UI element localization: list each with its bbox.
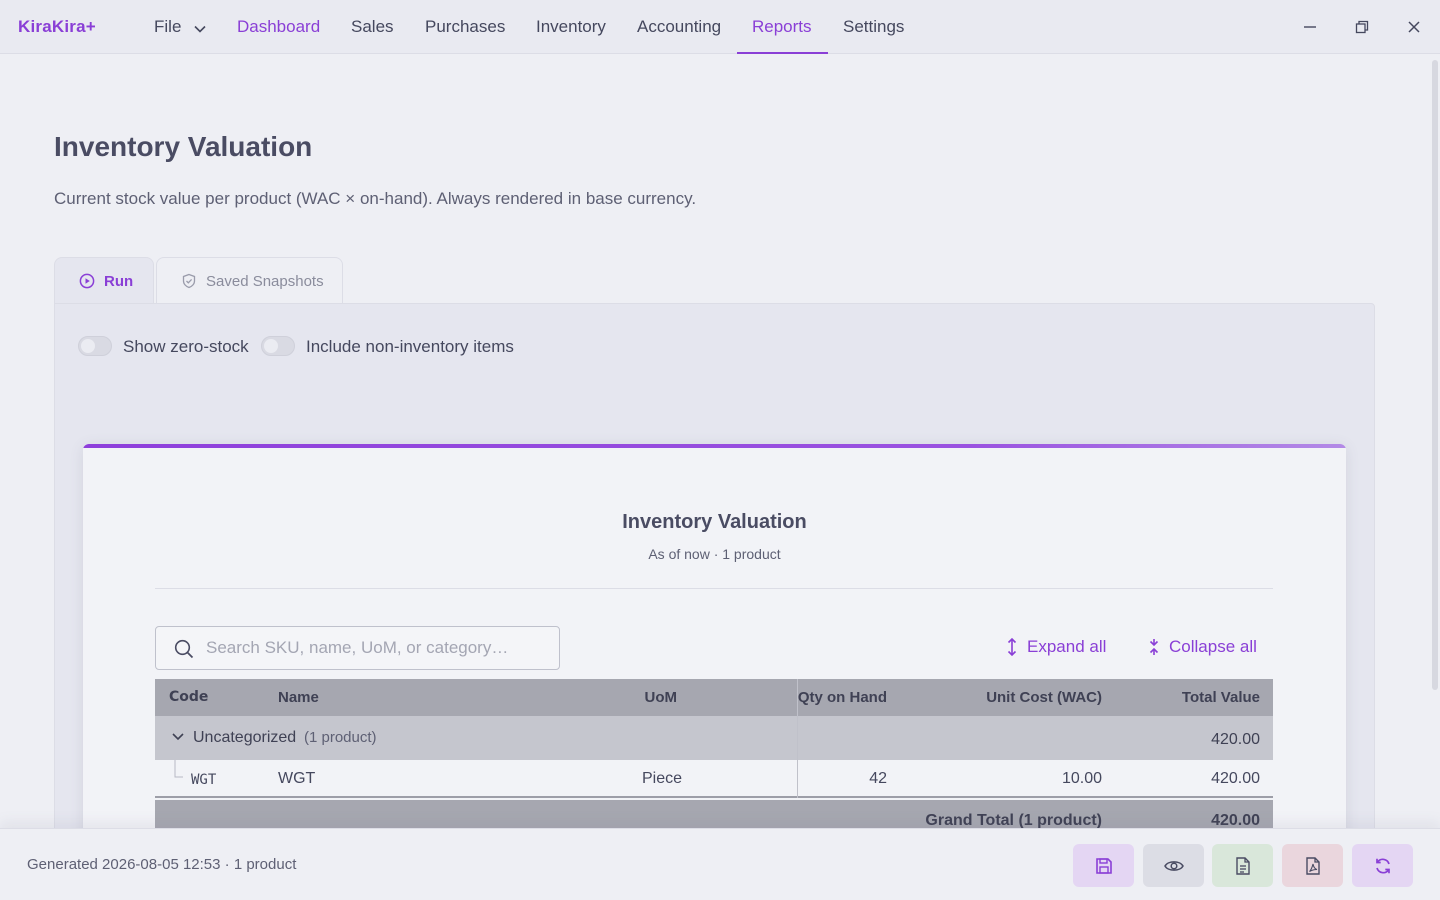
menu-file[interactable]: File [154, 0, 206, 54]
menu-accounting[interactable]: Accounting [637, 0, 721, 54]
refresh-icon [1375, 857, 1390, 874]
cell-name: WGT [278, 770, 316, 787]
document-icon [1235, 856, 1250, 875]
search-icon [174, 639, 194, 664]
col-uom[interactable]: UoM [645, 679, 678, 716]
menu-sales[interactable]: Sales [351, 0, 394, 54]
expand-all-button[interactable]: Expand all [1005, 637, 1106, 657]
tab-run[interactable]: Run [54, 257, 154, 304]
show-zero-stock-toggle[interactable] [78, 336, 112, 356]
close-icon[interactable] [1401, 14, 1427, 40]
menu-reports[interactable]: Reports [737, 0, 827, 54]
tab-saved-snapshots[interactable]: Saved Snapshots [156, 257, 343, 304]
export-pdf-button[interactable] [1282, 844, 1343, 887]
column-divider [797, 716, 798, 760]
shield-check-icon [181, 273, 197, 289]
tree-connector [174, 760, 183, 778]
cell-uom: Piece [641, 770, 682, 787]
save-snapshot-button[interactable] [1073, 844, 1134, 887]
chevron-down-icon[interactable] [171, 716, 185, 760]
menu-settings[interactable]: Settings [843, 0, 904, 54]
expand-icon [1007, 637, 1017, 657]
col-name[interactable]: Name [278, 679, 319, 716]
export-document-button[interactable] [1212, 844, 1273, 887]
show-zero-stock-label: Show zero-stock [123, 337, 249, 356]
scrollbar-thumb[interactable] [1432, 60, 1438, 690]
collapse-all-label: Collapse all [1169, 637, 1257, 656]
save-icon [1095, 857, 1112, 874]
eye-icon [1163, 860, 1184, 871]
refresh-button[interactable] [1352, 844, 1413, 887]
card-accent-bar [83, 444, 1346, 448]
table-row[interactable]: WGT WGT Piece 42 10.00 420.00 [155, 760, 1273, 798]
tab-run-label: Run [104, 272, 134, 290]
restore-icon[interactable] [1349, 14, 1375, 40]
group-row[interactable]: Uncategorized (1 product) 420.00 [155, 716, 1273, 760]
menu-purchases[interactable]: Purchases [425, 0, 505, 54]
cell-total: 420.00 [1211, 770, 1260, 787]
report-title: Inventory Valuation [622, 511, 807, 533]
play-circle-icon [79, 273, 95, 289]
cell-code: WGT [191, 772, 217, 788]
expand-all-label: Expand all [1027, 637, 1107, 656]
cell-unit-cost: 10.00 [1061, 770, 1102, 787]
group-name: Uncategorized [193, 729, 297, 746]
search-box[interactable] [155, 626, 560, 670]
chevron-down-icon [194, 1, 206, 55]
table-header: Code Name UoM Qty on Hand Unit Cost (WAC… [155, 679, 1273, 716]
page-subtitle: Current stock value per product (WAC × o… [54, 189, 697, 208]
app-logo: KiraKira+ [18, 17, 96, 36]
page-title: Inventory Valuation [54, 131, 313, 162]
preview-button[interactable] [1143, 844, 1204, 887]
col-unit-cost[interactable]: Unit Cost (WAC) [986, 679, 1102, 716]
tab-snapshots-label: Saved Snapshots [206, 272, 324, 290]
search-input[interactable] [206, 627, 551, 669]
collapse-all-button[interactable]: Collapse all [1147, 637, 1257, 657]
top-bar: KiraKira+ File Dashboard Sales Purchases… [0, 0, 1440, 54]
menu-file-label: File [154, 17, 182, 36]
report-subtitle: As of now · 1 product [648, 546, 781, 562]
pdf-icon [1305, 856, 1320, 875]
minimize-icon[interactable] [1297, 14, 1323, 40]
menu-inventory[interactable]: Inventory [536, 0, 606, 54]
generated-status: Generated 2026-08-05 12:53 · 1 product [27, 856, 297, 873]
column-divider [797, 760, 798, 798]
include-non-inventory-label: Include non-inventory items [306, 337, 514, 356]
collapse-icon [1149, 639, 1159, 655]
menu-dashboard[interactable]: Dashboard [237, 0, 320, 54]
col-total-value[interactable]: Total Value [1182, 679, 1260, 716]
group-count: (1 product) [304, 729, 377, 746]
group-total: 420.00 [1211, 731, 1260, 748]
col-qty-on-hand[interactable]: Qty on Hand [798, 679, 887, 716]
divider [155, 588, 1273, 589]
footer-bar: Generated 2026-08-05 12:53 · 1 product [0, 828, 1440, 900]
cell-qty: 42 [869, 770, 887, 787]
include-non-inventory-toggle[interactable] [261, 336, 295, 356]
col-code[interactable]: Code [169, 679, 208, 716]
